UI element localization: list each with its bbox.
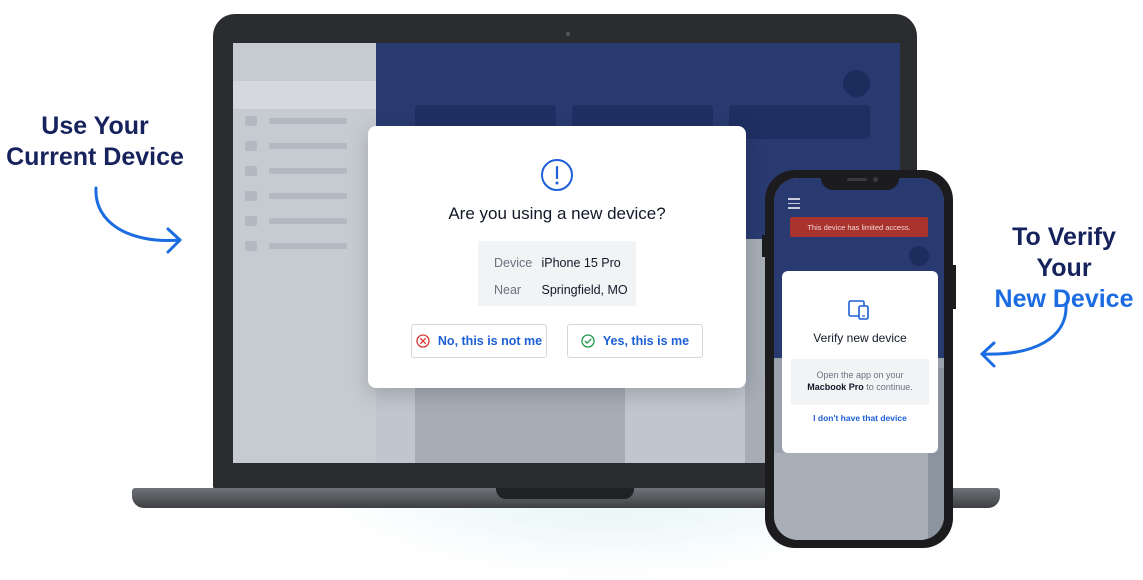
- near-value: Springfield, MO: [541, 283, 628, 297]
- laptop-hinge-notch: [496, 488, 634, 499]
- arrow-right-icon: [94, 186, 182, 254]
- verify-device-card: Verify new device Open the app on your M…: [782, 271, 938, 453]
- exclamation-circle-icon: [541, 159, 573, 191]
- dialog-title: Are you using a new device?: [448, 204, 666, 223]
- check-circle-icon: [581, 334, 595, 348]
- deny-button-label: No, this is not me: [437, 334, 543, 348]
- phone-notch: [821, 172, 899, 190]
- phone-volume-button: [762, 235, 765, 257]
- app-sidebar: [233, 43, 376, 463]
- callout-left-line-2: Current Device: [6, 143, 184, 171]
- verify-card-title: Verify new device: [813, 331, 907, 345]
- confirm-button[interactable]: Yes, this is me: [567, 324, 703, 358]
- x-circle-icon: [416, 334, 430, 348]
- new-device-dialog: Are you using a new device? Device iPhon…: [368, 126, 746, 388]
- device-row: Device iPhone 15 Pro: [494, 256, 621, 270]
- hamburger-menu-icon[interactable]: [788, 198, 800, 212]
- verify-message-end: to continue.: [866, 382, 913, 392]
- verify-message-line-1: Open the app on your: [816, 370, 904, 380]
- laptop-camera: [566, 32, 570, 36]
- device-value: iPhone 15 Pro: [541, 256, 621, 270]
- devices-icon: [848, 300, 869, 320]
- phone-power-button: [953, 265, 956, 309]
- near-label: Near: [494, 283, 522, 297]
- callout-current-device: Use Your Current Device: [6, 111, 184, 173]
- phone-app-content: [774, 453, 944, 540]
- summary-card: [729, 105, 870, 139]
- deny-button[interactable]: No, this is not me: [411, 324, 547, 358]
- callout-left-line-1: Use Your: [41, 112, 149, 140]
- near-row: Near Springfield, MO: [494, 283, 628, 297]
- arrow-left-icon: [980, 302, 1068, 368]
- verify-message: Open the app on your Macbook Pro to cont…: [791, 359, 929, 405]
- avatar: [843, 70, 870, 97]
- verify-message-device: Macbook Pro: [807, 382, 864, 392]
- device-info-box: Device iPhone 15 Pro Near Springfield, M…: [478, 241, 636, 306]
- callout-right-line-1: To Verify Your: [1012, 223, 1116, 282]
- phone-avatar: [909, 246, 929, 266]
- sidebar-header: [233, 81, 376, 109]
- confirm-button-label: Yes, this is me: [602, 334, 690, 348]
- device-label: Device: [494, 256, 533, 270]
- limited-access-banner: This device has limited access.: [790, 217, 928, 237]
- no-device-link[interactable]: I don't have that device: [782, 413, 938, 423]
